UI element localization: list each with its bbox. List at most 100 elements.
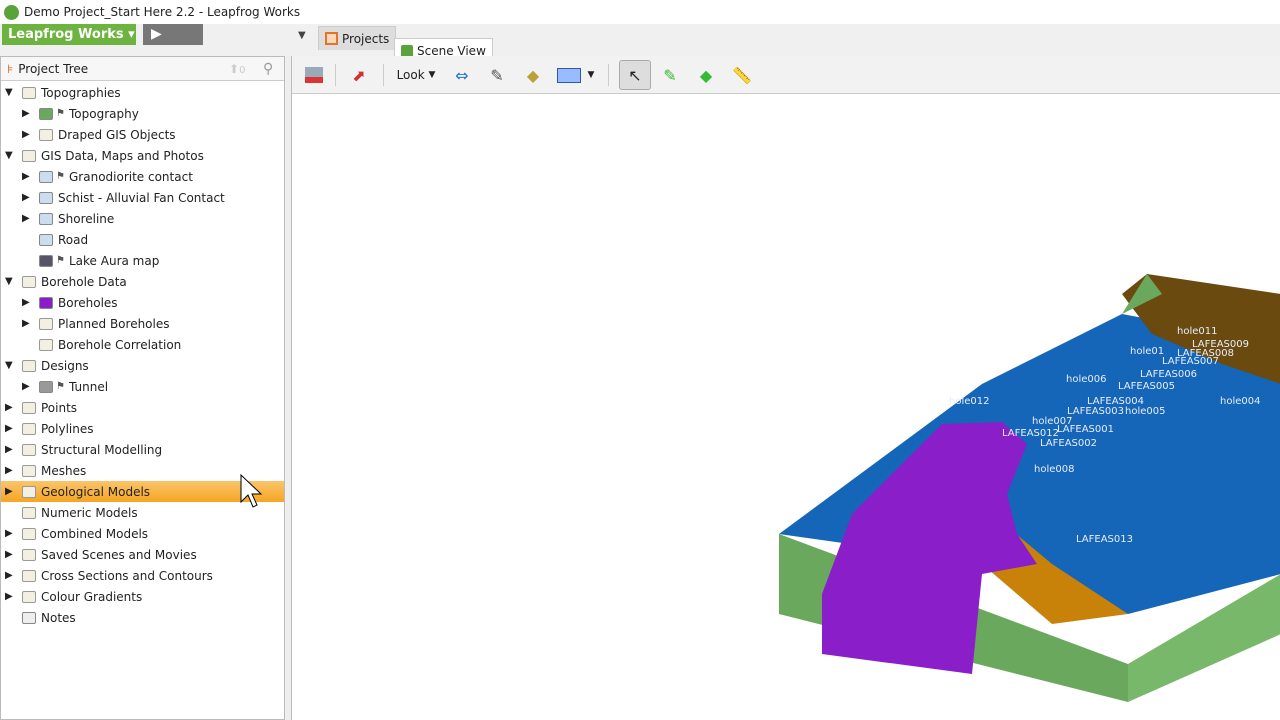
folder-icon xyxy=(22,527,36,540)
tree-item-label: Draped GIS Objects xyxy=(58,127,176,142)
expand-arrow-icon[interactable]: ▶ xyxy=(22,318,30,329)
borehole-label: hole008 xyxy=(1034,464,1074,475)
expand-arrow-icon[interactable]: ▶ xyxy=(5,549,13,560)
expand-arrow-icon[interactable]: ▶ xyxy=(5,402,13,413)
tree-item-label: Points xyxy=(41,400,78,415)
toolbar-divider xyxy=(335,64,336,86)
tree-item-label: Schist - Alluvial Fan Contact xyxy=(58,190,225,205)
expand-arrow-icon[interactable]: ▶ xyxy=(5,423,13,434)
tree-item[interactable]: ▶ Shoreline xyxy=(1,208,284,229)
split-view-icon[interactable] xyxy=(557,63,581,87)
sort-up-icon[interactable]: ⬆0 xyxy=(229,62,245,76)
collapse-arrow-icon[interactable]: ▼ xyxy=(5,360,13,371)
share-view-icon[interactable]: ⬈ xyxy=(347,63,371,87)
collapse-arrow-icon[interactable]: ▼ xyxy=(5,87,13,98)
play-button[interactable]: ▶ xyxy=(143,24,203,45)
expand-arrow-icon[interactable]: ▶ xyxy=(22,129,30,140)
folder-icon xyxy=(22,464,36,477)
tree-item[interactable]: ▶ Schist - Alluvial Fan Contact xyxy=(1,187,284,208)
search-icon[interactable]: ⚲ xyxy=(263,61,273,77)
tree-item[interactable]: ⚑ Lake Aura map xyxy=(1,250,284,271)
folder-icon xyxy=(22,506,36,519)
tree-item[interactable]: Road xyxy=(1,229,284,250)
tree-item-label: Designs xyxy=(41,358,89,373)
app-logo-icon xyxy=(4,4,19,20)
tree-item-label: Planned Boreholes xyxy=(58,316,170,331)
project-tree-panel: ⊧ Project Tree ⬆0 ⚲ ▼ Topographies ▶ ⚑ Topog… xyxy=(0,56,285,720)
tree-item[interactable]: ▶ Structural Modelling xyxy=(1,439,284,460)
folder-icon xyxy=(22,548,36,561)
slicer-icon[interactable]: ✎ xyxy=(485,63,509,87)
project-tree-icon: ⊧ xyxy=(7,61,14,76)
tree-item-label: Lake Aura map xyxy=(69,253,160,268)
collapse-arrow-icon[interactable]: ▼ xyxy=(5,276,13,287)
expand-arrow-icon[interactable]: ▶ xyxy=(22,108,30,119)
draw-plane-icon[interactable]: ◆ xyxy=(694,63,718,87)
move-plane-icon[interactable]: ⇔ xyxy=(450,63,474,87)
scene-view: ⬈ Look ▼ ⇔ ✎ ◆ ▼ ↖ ✎ ◆ 📏 hole011 LAFEAS00… xyxy=(291,56,1280,720)
topography-icon xyxy=(39,107,53,120)
tree-item-label: Borehole Correlation xyxy=(58,337,182,352)
draw-line-icon[interactable]: ✎ xyxy=(658,63,682,87)
tab-projects[interactable]: Projects xyxy=(318,26,397,50)
tree-item-label: Saved Scenes and Movies xyxy=(41,547,197,562)
tree-item[interactable]: ▼ Designs xyxy=(1,355,284,376)
expand-arrow-icon[interactable]: ▶ xyxy=(22,213,30,224)
tree-item[interactable]: ▼ GIS Data, Maps and Photos xyxy=(1,145,284,166)
look-dropdown[interactable]: Look ▼ xyxy=(392,63,440,87)
ruler-icon[interactable]: 📏 xyxy=(730,63,754,87)
expand-arrow-icon[interactable]: ▶ xyxy=(22,297,30,308)
plane-icon[interactable]: ◆ xyxy=(521,63,545,87)
tree-item[interactable]: Notes xyxy=(1,607,284,628)
flag-icon: ⚑ xyxy=(56,108,65,119)
boreholes-icon xyxy=(39,296,53,309)
tree-item[interactable]: ▶ Polylines xyxy=(1,418,284,439)
expand-arrow-icon[interactable]: ▶ xyxy=(5,465,13,476)
expand-arrow-icon[interactable]: ▶ xyxy=(22,381,30,392)
tree-item-label: Borehole Data xyxy=(41,274,127,289)
grid-icon xyxy=(325,32,338,45)
tree-item[interactable]: Borehole Correlation xyxy=(1,334,284,355)
tree-item[interactable]: ▶ Colour Gradients xyxy=(1,586,284,607)
gis-icon xyxy=(39,191,53,204)
tree-item[interactable]: ▶ Cross Sections and Contours xyxy=(1,565,284,586)
tree-item[interactable]: ▶ Draped GIS Objects xyxy=(1,124,284,145)
tree-item[interactable]: ▶ Boreholes xyxy=(1,292,284,313)
expand-arrow-icon[interactable]: ▶ xyxy=(22,192,30,203)
tree-item[interactable]: ▼ Topographies xyxy=(1,82,284,103)
expand-arrow-icon[interactable]: ▶ xyxy=(5,528,13,539)
tree-item-label: Polylines xyxy=(41,421,94,436)
flag-icon: ⚑ xyxy=(56,255,65,266)
expand-arrow-icon[interactable]: ▶ xyxy=(5,570,13,581)
expand-arrow-icon[interactable]: ▶ xyxy=(5,486,13,497)
folder-icon xyxy=(22,590,36,603)
expand-arrow-icon[interactable]: ▶ xyxy=(5,444,13,455)
tree-item[interactable]: ▼ Borehole Data xyxy=(1,271,284,292)
image-icon xyxy=(39,254,53,267)
split-view-dropdown-icon[interactable]: ▼ xyxy=(585,63,597,87)
tree-item-label: Shoreline xyxy=(58,211,115,226)
borehole-label: hole011 xyxy=(1177,326,1217,337)
borehole-label: LAFEAS013 xyxy=(1076,534,1133,545)
leapfrog-works-menu-button[interactable]: Leapfrog Works ▾ xyxy=(2,24,136,45)
tree-item[interactable]: ▶ Combined Models xyxy=(1,523,284,544)
tree-item-label: Structural Modelling xyxy=(41,442,163,457)
tree-item[interactable]: ▶ ⚑ Tunnel xyxy=(1,376,284,397)
expand-arrow-icon[interactable]: ▶ xyxy=(22,171,30,182)
tree-item[interactable]: ▶ Planned Boreholes xyxy=(1,313,284,334)
tree-item-label: Geological Models xyxy=(41,484,151,499)
select-cursor-icon[interactable]: ↖ xyxy=(619,60,651,90)
folder-icon xyxy=(22,485,36,498)
save-scene-icon[interactable] xyxy=(302,63,326,87)
tree-item[interactable]: ▶ Saved Scenes and Movies xyxy=(1,544,284,565)
tree-item-label: Combined Models xyxy=(41,526,149,541)
tab-list-dropdown-icon[interactable]: ▼ xyxy=(298,30,306,41)
collapse-arrow-icon[interactable]: ▼ xyxy=(5,150,13,161)
tree-item[interactable]: ▶ ⚑ Topography xyxy=(1,103,284,124)
3d-scene[interactable]: hole011LAFEAS009hole01 LAFEAS008LAFEAS007… xyxy=(292,94,1280,720)
tree-item[interactable]: ▶ ⚑ Granodiorite contact xyxy=(1,166,284,187)
expand-arrow-icon[interactable]: ▶ xyxy=(5,591,13,602)
tree-item[interactable]: ▶ Points xyxy=(1,397,284,418)
tree-item-label: Topography xyxy=(69,106,139,121)
cube-icon xyxy=(401,44,413,57)
